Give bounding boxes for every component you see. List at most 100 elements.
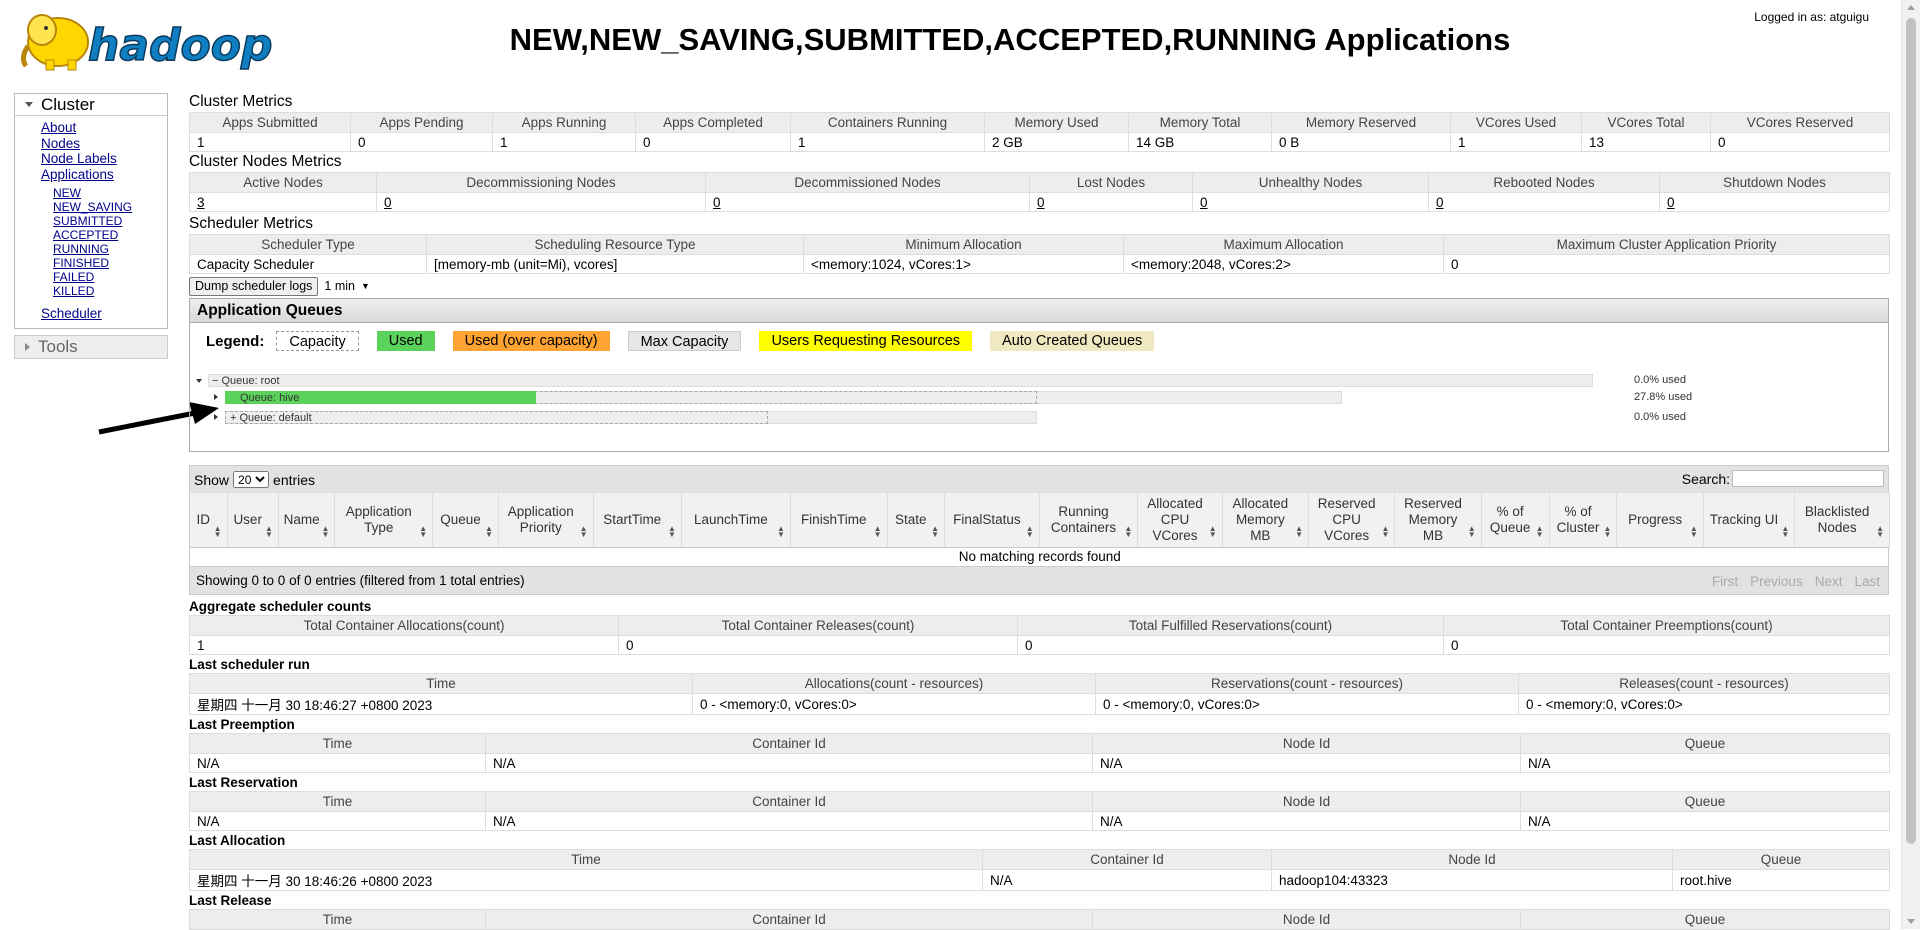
queue-default-label[interactable]: + Queue: default [230, 412, 312, 426]
pager-previous[interactable]: Previous [1750, 574, 1803, 589]
sort-arrows-icon: ▲ ▼ [1603, 523, 1612, 539]
last-preemption-title: Last Preemption [189, 717, 295, 732]
sidebar-state-failed[interactable]: FAILED [53, 270, 167, 284]
queue-hive-collapsed-icon[interactable] [214, 394, 218, 400]
decommissioned-nodes-link[interactable]: 0 [713, 195, 721, 210]
apps-col-state[interactable]: State ▲ ▼ [887, 493, 946, 548]
metric-value: Capacity Scheduler [189, 254, 427, 274]
sidebar-link-scheduler[interactable]: Scheduler [41, 306, 167, 322]
metric-value: N/A [982, 869, 1272, 891]
apps-col-label: Name [283, 511, 320, 527]
cluster-metrics-table: Apps Submitted Apps Pending Apps Running Ap… [189, 112, 1890, 152]
apps-col-blacklisted-nodes[interactable]: Blacklisted Nodes ▲ ▼ [1794, 493, 1890, 548]
col-queue: Queue [1520, 909, 1890, 930]
applications-table-panel: Show 20 entries Search: ID ▲ ▼ User ▲ ▼ Name ▲ ▼… [189, 465, 1890, 595]
entries-per-page-select[interactable]: 20 [233, 471, 270, 488]
apps-col-user[interactable]: User ▲ ▼ [227, 493, 279, 548]
sidebar-state-running[interactable]: RUNNING [53, 242, 167, 256]
sidebar-state-new[interactable]: NEW [53, 186, 167, 200]
metric-value: 0 - <memory:0, vCores:0> [1518, 693, 1890, 715]
metric-value: <memory:2048, vCores:2> [1123, 254, 1444, 274]
sidebar: Cluster About Nodes Node Labels Applicat… [14, 93, 168, 359]
scroll-up-icon[interactable] [1907, 5, 1915, 10]
queue-hive-label[interactable]: Queue: hive [240, 392, 299, 406]
col-vcores-reserved: VCores Reserved [1710, 112, 1890, 133]
lost-nodes-link[interactable]: 0 [1037, 195, 1045, 210]
apps-col-allocated-memory-mb[interactable]: Allocated Memory MB ▲ ▼ [1222, 493, 1310, 548]
scrollbar-thumb[interactable] [1906, 18, 1916, 844]
apps-col-application-type[interactable]: Application Type ▲ ▼ [334, 493, 434, 548]
cluster-panel: Cluster About Nodes Node Labels Applicat… [14, 93, 168, 329]
col-total-releases: Total Container Releases(count) [618, 615, 1018, 636]
apps-col-id[interactable]: ID ▲ ▼ [190, 493, 228, 548]
scheduler-metrics-title: Scheduler Metrics [189, 215, 314, 232]
apps-col-label: FinalStatus [953, 511, 1021, 527]
pager-last[interactable]: Last [1854, 574, 1880, 589]
no-records-message: No matching records found [958, 549, 1121, 565]
apps-col--of-cluster[interactable]: % of Cluster ▲ ▼ [1549, 493, 1618, 548]
apps-col-name[interactable]: Name ▲ ▼ [278, 493, 336, 548]
col-time: Time [189, 849, 983, 870]
apps-col-finishtime[interactable]: FinishTime ▲ ▼ [790, 493, 888, 548]
apps-col-starttime[interactable]: StartTime ▲ ▼ [593, 493, 682, 548]
sidebar-link-about[interactable]: About [41, 120, 167, 136]
last-release-header-row: Time Container Id Node Id Queue [189, 909, 1890, 930]
scroll-down-icon[interactable] [1907, 919, 1915, 924]
pager-next[interactable]: Next [1815, 574, 1843, 589]
sidebar-link-nodes[interactable]: Nodes [41, 136, 167, 152]
sort-arrows-icon: ▲ ▼ [1124, 523, 1133, 539]
metric-value: <memory:1024, vCores:1> [803, 254, 1124, 274]
apps-col-application-priority[interactable]: Application Priority ▲ ▼ [498, 493, 594, 548]
dump-logs-row: Dump scheduler logs 1 min ▼ [189, 274, 1889, 298]
apps-col-reserved-cpu-vcores[interactable]: Reserved CPU VCores ▲ ▼ [1308, 493, 1396, 548]
apps-col-reserved-memory-mb[interactable]: Reserved Memory MB ▲ ▼ [1394, 493, 1482, 548]
queue-root-label[interactable]: − Queue: root [212, 375, 280, 389]
pager-first[interactable]: First [1712, 574, 1738, 589]
apps-col-progress[interactable]: Progress ▲ ▼ [1616, 493, 1704, 548]
col-maximum-allocation: Maximum Allocation [1123, 234, 1444, 255]
last-reservation-table: Time Container Id Node Id Queue N/A N/A N/A N/… [189, 791, 1890, 831]
dump-interval-select[interactable]: 1 min ▼ [324, 279, 370, 293]
sidebar-link-node-labels[interactable]: Node Labels [41, 151, 167, 167]
cluster-header[interactable]: Cluster [15, 94, 167, 116]
metric-value: 0 [618, 635, 1018, 655]
apps-col-tracking-ui[interactable]: Tracking UI ▲ ▼ [1703, 493, 1796, 548]
last-run-header-row: Time Allocations(count - resources) Reserv… [189, 673, 1890, 694]
dump-scheduler-logs-button[interactable]: Dump scheduler logs [189, 276, 319, 296]
apps-col-queue[interactable]: Queue ▲ ▼ [432, 493, 499, 548]
queue-default-collapsed-icon[interactable] [214, 414, 218, 420]
queue-root-expanded-icon[interactable] [196, 379, 202, 383]
sort-arrows-icon: ▲ ▼ [321, 523, 330, 539]
vertical-scrollbar[interactable] [1901, 0, 1920, 929]
logged-in-user: Logged in as: atguigu [1754, 10, 1869, 24]
apps-col-finalstatus[interactable]: FinalStatus ▲ ▼ [944, 493, 1040, 548]
sidebar-state-killed[interactable]: KILLED [53, 284, 167, 298]
sidebar-state-new-saving[interactable]: NEW_SAVING [53, 200, 167, 214]
sidebar-state-finished[interactable]: FINISHED [53, 256, 167, 270]
col-lost-nodes: Lost Nodes [1029, 172, 1193, 193]
unhealthy-nodes-link[interactable]: 0 [1200, 195, 1208, 210]
queue-root-bar[interactable] [208, 374, 1593, 387]
col-memory-reserved: Memory Reserved [1271, 112, 1451, 133]
hadoop-logo[interactable]: hadoop [16, 6, 286, 74]
col-container-id: Container Id [485, 791, 1093, 812]
apps-col-label: State [895, 511, 927, 527]
search-input[interactable] [1732, 470, 1884, 487]
last-allocation-table: Time Container Id Node Id Queue 星期四 十一月 30 … [189, 849, 1890, 891]
active-nodes-link[interactable]: 3 [197, 195, 205, 210]
decommissioning-nodes-link[interactable]: 0 [384, 195, 392, 210]
tools-panel-header[interactable]: Tools [14, 334, 168, 359]
sidebar-state-accepted[interactable]: ACCEPTED [53, 228, 167, 242]
aggregate-table: Total Container Allocations(count) Total … [189, 615, 1890, 655]
col-containers-running: Containers Running [790, 112, 985, 133]
apps-col-running-containers[interactable]: Running Containers ▲ ▼ [1039, 493, 1139, 548]
metric-value: 2 GB [984, 132, 1129, 152]
rebooted-nodes-link[interactable]: 0 [1436, 195, 1444, 210]
shutdown-nodes-link[interactable]: 0 [1667, 195, 1675, 210]
sidebar-link-applications[interactable]: Applications [41, 167, 167, 183]
sidebar-state-submitted[interactable]: SUBMITTED [53, 214, 167, 228]
apps-col--of-queue[interactable]: % of Queue ▲ ▼ [1481, 493, 1550, 548]
apps-col-allocated-cpu-vcores[interactable]: Allocated CPU VCores ▲ ▼ [1137, 493, 1223, 548]
metric-value: 1 [790, 132, 985, 152]
apps-col-launchtime[interactable]: LaunchTime ▲ ▼ [681, 493, 791, 548]
